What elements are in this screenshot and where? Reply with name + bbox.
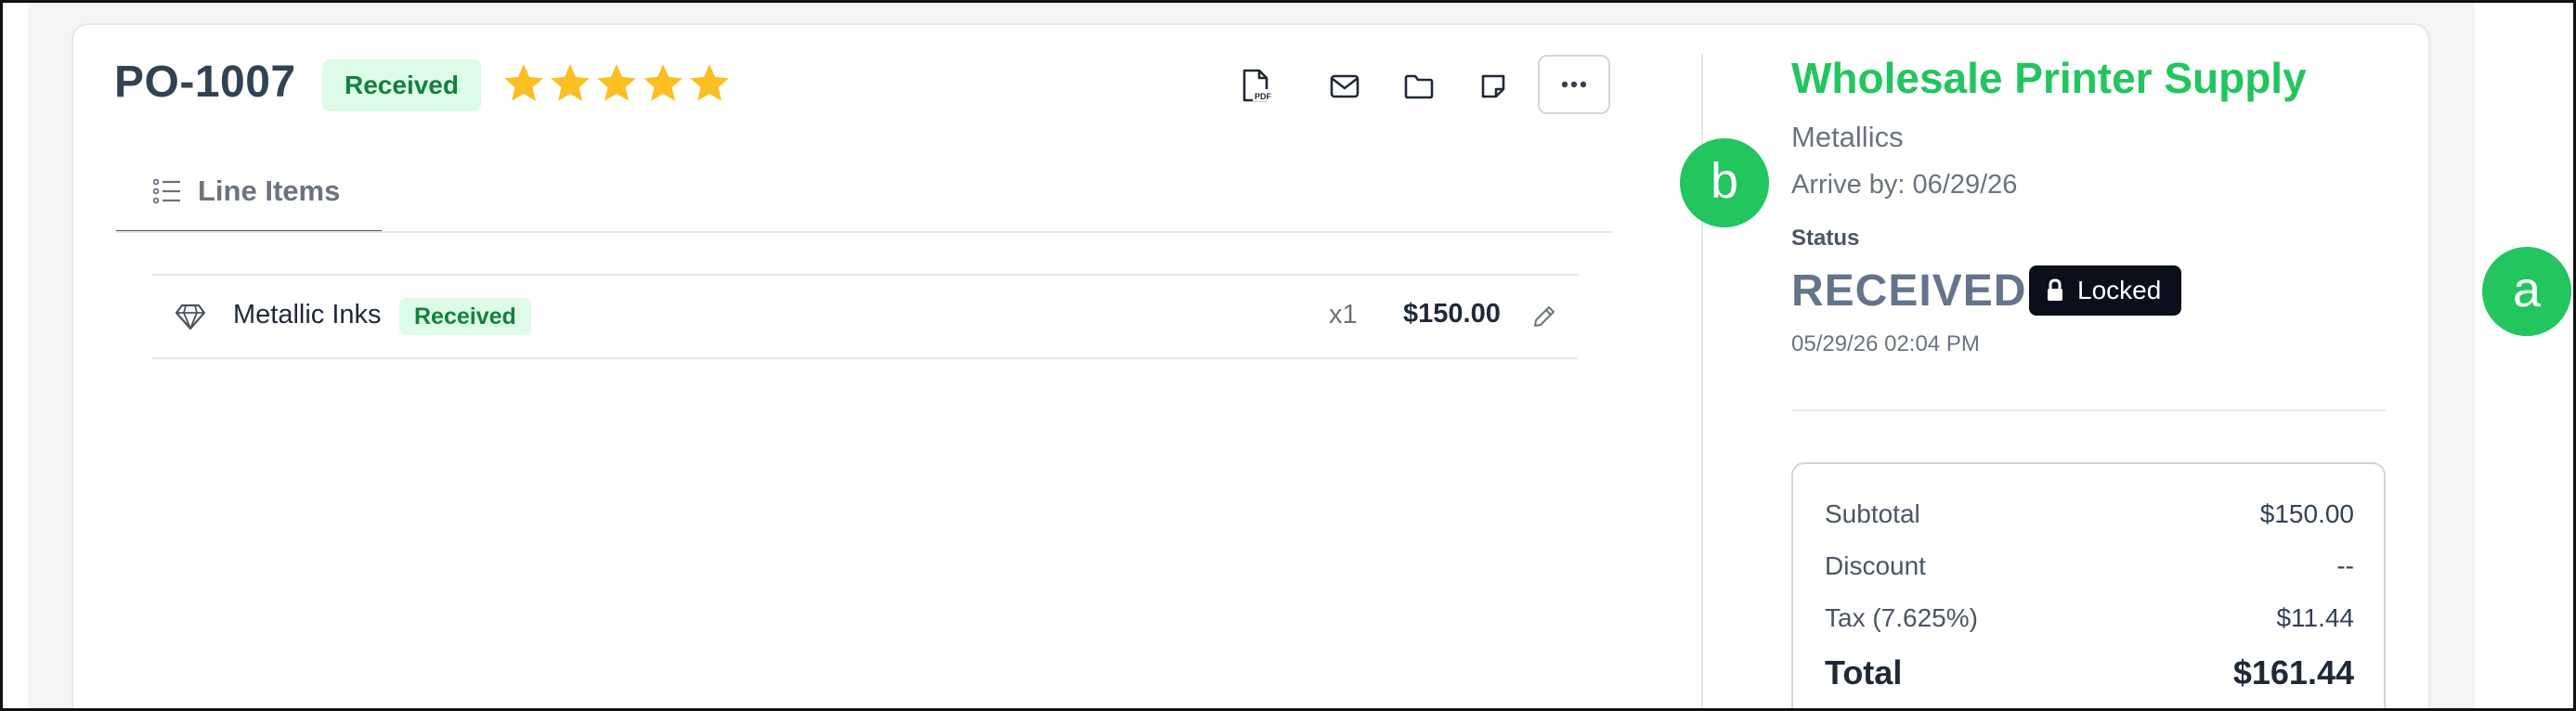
status-label: Status (1791, 226, 1860, 251)
rating-stars[interactable] (501, 60, 733, 107)
pdf-icon[interactable]: PDF (1238, 68, 1275, 105)
status-value: RECEIVED (1791, 266, 2027, 316)
subtotal-label: Subtotal (1825, 499, 1920, 528)
total-row: Total $161.44 (1825, 653, 2354, 692)
gem-icon (174, 300, 207, 333)
vendor-category: Metallics (1791, 121, 1904, 153)
subtotal-row: Subtotal $150.00 (1825, 499, 2354, 529)
tab-label: Line Items (198, 174, 341, 207)
status-badge: Received (322, 59, 481, 111)
line-item-price: $150.00 (1403, 299, 1501, 329)
tax-label: Tax (7.625%) (1825, 603, 1978, 632)
locked-badge: Locked (2029, 265, 2182, 316)
tax-value: $11.44 (2276, 603, 2354, 632)
subtotal-value: $150.00 (2259, 499, 2354, 528)
tabs-divider (116, 231, 1613, 233)
locked-label: Locked (2077, 276, 2162, 304)
lock-icon (2046, 278, 2064, 303)
page-title: PO-1007 (114, 58, 296, 107)
more-icon (1561, 81, 1587, 88)
annotation-marker-a: a (2482, 247, 2571, 336)
mail-icon[interactable] (1326, 68, 1363, 105)
tax-row: Tax (7.625%) $11.44 (1825, 603, 2354, 633)
line-item-name: Metallic Inks (233, 300, 382, 330)
pencil-icon[interactable] (1528, 300, 1561, 333)
svg-text:PDF: PDF (1255, 92, 1272, 101)
total-value: $161.44 (2232, 653, 2354, 692)
row-divider (151, 357, 1578, 359)
vendor-name[interactable]: Wholesale Printer Supply (1791, 53, 2307, 103)
star-icon[interactable] (640, 60, 686, 107)
section-divider (1791, 409, 2386, 411)
note-icon[interactable] (1475, 68, 1512, 105)
discount-value: -- (2336, 551, 2354, 580)
list-icon (153, 178, 181, 204)
total-label: Total (1825, 653, 1903, 692)
star-icon[interactable] (501, 60, 547, 107)
line-item-status-badge: Received (399, 298, 531, 335)
screen: PO-1007 Received PDF Line Items Metallic… (0, 0, 2576, 711)
discount-label: Discount (1825, 551, 1926, 580)
arrive-by-date: Arrive by: 06/29/26 (1791, 170, 2018, 200)
star-icon[interactable] (686, 60, 733, 107)
line-item-quantity: x1 (1329, 300, 1358, 330)
tab-line-items[interactable]: Line Items (116, 151, 382, 233)
totals-panel: Subtotal $150.00 Discount -- Tax (7.625%… (1791, 462, 2386, 708)
star-icon[interactable] (593, 60, 640, 107)
table-row[interactable]: Metallic Inks Received x1 $150.00 (151, 276, 1578, 357)
discount-row: Discount -- (1825, 551, 2354, 581)
more-options-button[interactable] (1538, 55, 1610, 114)
annotation-marker-b: b (1680, 138, 1769, 227)
status-timestamp: 05/29/26 02:04 PM (1791, 331, 1980, 356)
folder-icon[interactable] (1400, 68, 1438, 105)
star-icon[interactable] (547, 60, 593, 107)
